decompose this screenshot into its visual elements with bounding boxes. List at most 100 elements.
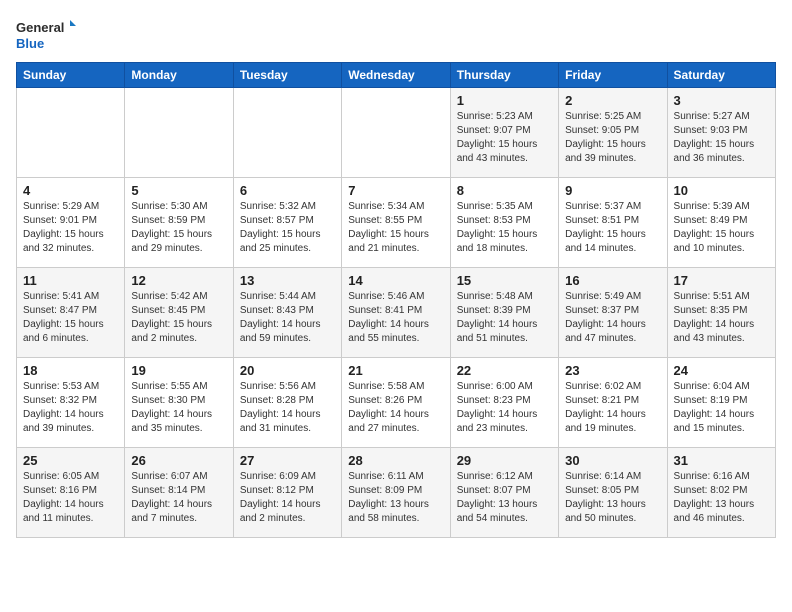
calendar-cell: 11 Sunrise: 5:41 AM Sunset: 8:47 PM Dayli…	[17, 268, 125, 358]
weekday-header-monday: Monday	[125, 63, 233, 88]
day-number: 17	[674, 273, 769, 288]
day-number: 14	[348, 273, 443, 288]
day-info: Sunrise: 5:53 AM Sunset: 8:32 PM Dayligh…	[23, 380, 118, 436]
day-number: 11	[23, 273, 118, 288]
calendar-cell: 12Sunrise: 5:42 AM Sunset: 8:45 PM Dayli…	[125, 268, 233, 358]
calendar-cell	[342, 88, 450, 178]
weekday-header-wednesday: Wednesday	[342, 63, 450, 88]
day-info: Sunrise: 5:41 AM Sunset: 8:47 PM Dayligh…	[23, 290, 118, 346]
day-number: 31	[674, 453, 769, 468]
day-info: Sunrise: 5:44 AM Sunset: 8:43 PM Dayligh…	[240, 290, 335, 346]
day-info: Sunrise: 6:07 AM Sunset: 8:14 PM Dayligh…	[131, 470, 226, 526]
calendar-cell	[233, 88, 341, 178]
calendar-week-row: 1 Sunrise: 5:23 AM Sunset: 9:07 PM Daylig…	[17, 88, 776, 178]
day-number: 15	[457, 273, 552, 288]
calendar-cell: 5 Sunrise: 5:30 AM Sunset: 8:59 PM Daylig…	[125, 178, 233, 268]
calendar-cell: 1 Sunrise: 5:23 AM Sunset: 9:07 PM Daylig…	[450, 88, 558, 178]
calendar-header-row: SundayMondayTuesdayWednesdayThursdayFrid…	[17, 63, 776, 88]
calendar-cell: 16 Sunrise: 5:49 AM Sunset: 8:37 PM Dayli…	[559, 268, 667, 358]
calendar-cell: 10Sunrise: 5:39 AM Sunset: 8:49 PM Dayli…	[667, 178, 775, 268]
calendar-week-row: 4 Sunrise: 5:29 AM Sunset: 9:01 PM Daylig…	[17, 178, 776, 268]
day-number: 24	[674, 363, 769, 378]
day-info: Sunrise: 6:12 AM Sunset: 8:07 PM Dayligh…	[457, 470, 552, 526]
day-info: Sunrise: 5:35 AM Sunset: 8:53 PM Dayligh…	[457, 200, 552, 256]
day-info: Sunrise: 6:00 AM Sunset: 8:23 PM Dayligh…	[457, 380, 552, 436]
svg-text:General: General	[16, 20, 64, 35]
calendar-cell: 18Sunrise: 5:53 AM Sunset: 8:32 PM Dayli…	[17, 358, 125, 448]
calendar-cell: 4 Sunrise: 5:29 AM Sunset: 9:01 PM Daylig…	[17, 178, 125, 268]
day-number: 13	[240, 273, 335, 288]
calendar-body: 1 Sunrise: 5:23 AM Sunset: 9:07 PM Daylig…	[17, 88, 776, 538]
page-header: General Blue	[16, 16, 776, 54]
calendar-cell: 14 Sunrise: 5:46 AM Sunset: 8:41 PM Dayli…	[342, 268, 450, 358]
day-info: Sunrise: 5:29 AM Sunset: 9:01 PM Dayligh…	[23, 200, 118, 256]
day-info: Sunrise: 5:23 AM Sunset: 9:07 PM Dayligh…	[457, 110, 552, 166]
day-number: 25	[23, 453, 118, 468]
day-number: 27	[240, 453, 335, 468]
day-number: 4	[23, 183, 118, 198]
weekday-header-friday: Friday	[559, 63, 667, 88]
day-info: Sunrise: 5:25 AM Sunset: 9:05 PM Dayligh…	[565, 110, 660, 166]
day-info: Sunrise: 5:48 AM Sunset: 8:39 PM Dayligh…	[457, 290, 552, 346]
day-number: 6	[240, 183, 335, 198]
calendar-cell	[125, 88, 233, 178]
day-number: 20	[240, 363, 335, 378]
day-number: 2	[565, 93, 660, 108]
weekday-header-thursday: Thursday	[450, 63, 558, 88]
calendar-cell: 9 Sunrise: 5:37 AM Sunset: 8:51 PM Daylig…	[559, 178, 667, 268]
calendar-cell: 24 Sunrise: 6:04 AM Sunset: 8:19 PM Dayli…	[667, 358, 775, 448]
calendar-week-row: 11 Sunrise: 5:41 AM Sunset: 8:47 PM Dayli…	[17, 268, 776, 358]
calendar-cell: 22Sunrise: 6:00 AM Sunset: 8:23 PM Dayli…	[450, 358, 558, 448]
day-info: Sunrise: 6:05 AM Sunset: 8:16 PM Dayligh…	[23, 470, 118, 526]
calendar-cell: 31Sunrise: 6:16 AM Sunset: 8:02 PM Dayli…	[667, 448, 775, 538]
calendar-cell: 17 Sunrise: 5:51 AM Sunset: 8:35 PM Dayli…	[667, 268, 775, 358]
logo-svg: General Blue	[16, 16, 76, 54]
calendar-cell: 25 Sunrise: 6:05 AM Sunset: 8:16 PM Dayli…	[17, 448, 125, 538]
day-number: 16	[565, 273, 660, 288]
day-info: Sunrise: 5:34 AM Sunset: 8:55 PM Dayligh…	[348, 200, 443, 256]
calendar-cell: 7 Sunrise: 5:34 AM Sunset: 8:55 PM Daylig…	[342, 178, 450, 268]
day-number: 5	[131, 183, 226, 198]
calendar-week-row: 18Sunrise: 5:53 AM Sunset: 8:32 PM Dayli…	[17, 358, 776, 448]
calendar-cell: 30 Sunrise: 6:14 AM Sunset: 8:05 PM Dayli…	[559, 448, 667, 538]
calendar-cell: 29 Sunrise: 6:12 AM Sunset: 8:07 PM Dayli…	[450, 448, 558, 538]
day-number: 30	[565, 453, 660, 468]
day-number: 7	[348, 183, 443, 198]
day-number: 19	[131, 363, 226, 378]
calendar-cell: 20 Sunrise: 5:56 AM Sunset: 8:28 PM Dayli…	[233, 358, 341, 448]
calendar-cell	[17, 88, 125, 178]
calendar-cell: 2 Sunrise: 5:25 AM Sunset: 9:05 PM Daylig…	[559, 88, 667, 178]
day-info: Sunrise: 5:49 AM Sunset: 8:37 PM Dayligh…	[565, 290, 660, 346]
day-number: 1	[457, 93, 552, 108]
calendar-cell: 27Sunrise: 6:09 AM Sunset: 8:12 PM Dayli…	[233, 448, 341, 538]
day-info: Sunrise: 6:04 AM Sunset: 8:19 PM Dayligh…	[674, 380, 769, 436]
day-info: Sunrise: 5:32 AM Sunset: 8:57 PM Dayligh…	[240, 200, 335, 256]
day-number: 21	[348, 363, 443, 378]
day-info: Sunrise: 5:39 AM Sunset: 8:49 PM Dayligh…	[674, 200, 769, 256]
day-info: Sunrise: 5:46 AM Sunset: 8:41 PM Dayligh…	[348, 290, 443, 346]
calendar-cell: 21Sunrise: 5:58 AM Sunset: 8:26 PM Dayli…	[342, 358, 450, 448]
weekday-header-saturday: Saturday	[667, 63, 775, 88]
calendar-table: SundayMondayTuesdayWednesdayThursdayFrid…	[16, 62, 776, 538]
day-info: Sunrise: 5:27 AM Sunset: 9:03 PM Dayligh…	[674, 110, 769, 166]
day-info: Sunrise: 5:37 AM Sunset: 8:51 PM Dayligh…	[565, 200, 660, 256]
calendar-cell: 26Sunrise: 6:07 AM Sunset: 8:14 PM Dayli…	[125, 448, 233, 538]
day-number: 9	[565, 183, 660, 198]
day-info: Sunrise: 5:51 AM Sunset: 8:35 PM Dayligh…	[674, 290, 769, 346]
day-info: Sunrise: 5:30 AM Sunset: 8:59 PM Dayligh…	[131, 200, 226, 256]
calendar-cell: 6 Sunrise: 5:32 AM Sunset: 8:57 PM Daylig…	[233, 178, 341, 268]
day-info: Sunrise: 6:14 AM Sunset: 8:05 PM Dayligh…	[565, 470, 660, 526]
day-number: 23	[565, 363, 660, 378]
calendar-cell: 13 Sunrise: 5:44 AM Sunset: 8:43 PM Dayli…	[233, 268, 341, 358]
day-number: 3	[674, 93, 769, 108]
day-info: Sunrise: 6:11 AM Sunset: 8:09 PM Dayligh…	[348, 470, 443, 526]
day-info: Sunrise: 5:56 AM Sunset: 8:28 PM Dayligh…	[240, 380, 335, 436]
day-info: Sunrise: 5:42 AM Sunset: 8:45 PM Dayligh…	[131, 290, 226, 346]
day-info: Sunrise: 6:02 AM Sunset: 8:21 PM Dayligh…	[565, 380, 660, 436]
day-number: 29	[457, 453, 552, 468]
weekday-header-sunday: Sunday	[17, 63, 125, 88]
svg-text:Blue: Blue	[16, 36, 44, 51]
calendar-cell: 23 Sunrise: 6:02 AM Sunset: 8:21 PM Dayli…	[559, 358, 667, 448]
weekday-header-tuesday: Tuesday	[233, 63, 341, 88]
calendar-cell: 19Sunrise: 5:55 AM Sunset: 8:30 PM Dayli…	[125, 358, 233, 448]
